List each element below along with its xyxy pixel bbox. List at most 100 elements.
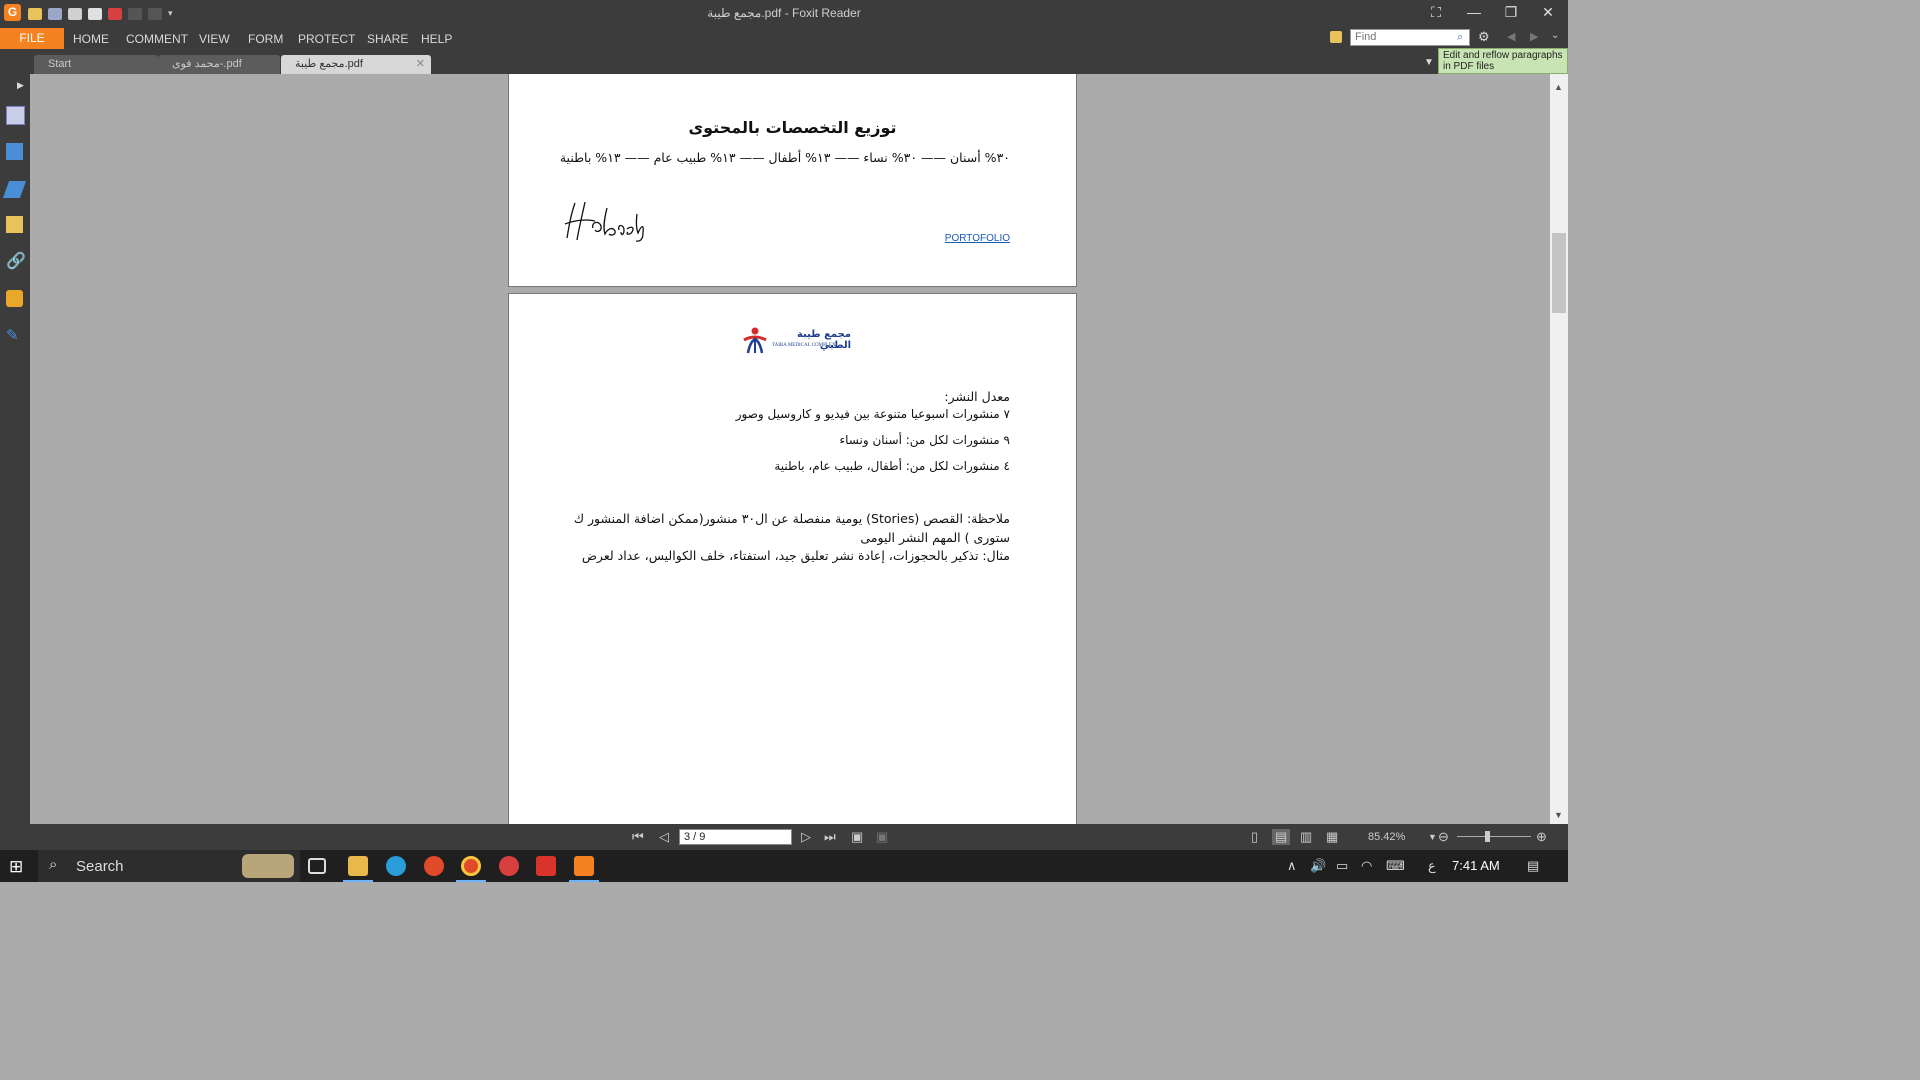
security-lock-icon[interactable] bbox=[6, 290, 23, 307]
find-next-icon[interactable]: ▶ bbox=[1530, 30, 1538, 43]
ribbon-expand-icon[interactable]: ⌄ bbox=[1551, 30, 1559, 41]
tab-document-1[interactable]: محمد فوى-.pdf bbox=[158, 55, 280, 74]
navigation-panel: ▶ 🔗 ✎ bbox=[0, 74, 30, 824]
menu-share[interactable]: SHARE bbox=[367, 32, 408, 46]
single-page-icon[interactable]: ▯ bbox=[1251, 829, 1258, 845]
publishing-rate-label: معدل النشر: bbox=[944, 389, 1010, 404]
file-explorer-indicator bbox=[343, 880, 373, 882]
logo-english-text: TAIBA MEDICAL COMPLEX bbox=[772, 343, 836, 348]
input-language-indicator[interactable]: ع bbox=[1428, 858, 1436, 874]
continuous-facing-icon[interactable]: ▦ bbox=[1326, 829, 1338, 845]
menu-view[interactable]: VIEW bbox=[199, 32, 230, 46]
previous-view-icon[interactable]: ▣ bbox=[851, 829, 863, 845]
title-bar: G ▾ مجمع طيبة.pdf - Foxit Reader ⛶ — ❐ ✕ bbox=[0, 0, 1568, 27]
portfolio-link[interactable]: PORTOFOLIO bbox=[945, 233, 1010, 244]
battery-icon[interactable]: ▭ bbox=[1336, 858, 1348, 874]
wifi-icon[interactable]: ◠ bbox=[1361, 858, 1372, 874]
windows-taskbar: ⊞ ⌕ Search ∧ 🔊 ▭ ◠ ⌨ ع 7:41 AM ▤ bbox=[0, 850, 1568, 882]
next-page-icon[interactable]: ▷ bbox=[801, 829, 811, 845]
chrome-icon[interactable] bbox=[424, 856, 444, 876]
layers-icon[interactable] bbox=[2, 181, 27, 198]
scroll-down-icon[interactable]: ▼ bbox=[1554, 810, 1563, 820]
menu-help[interactable]: HELP bbox=[421, 32, 452, 46]
minimize-button[interactable]: — bbox=[1456, 0, 1492, 24]
taskbar-clock[interactable]: 7:41 AM bbox=[1452, 858, 1500, 873]
pdf-page-2: توزيع التخصصات بالمحتوى ٣٠% أسنان —— ٣٠%… bbox=[508, 74, 1077, 287]
zoom-dropdown-icon[interactable]: ▼ bbox=[1428, 829, 1437, 845]
file-search-icon[interactable] bbox=[1330, 31, 1342, 43]
previous-page-icon[interactable]: ◁ bbox=[659, 829, 669, 845]
tab-document-active-label: مجمع طيبة.pdf bbox=[295, 58, 363, 70]
search-magnifier-icon: ⌕ bbox=[49, 856, 58, 873]
window-title: مجمع طيبة.pdf - Foxit Reader bbox=[707, 6, 861, 20]
close-button[interactable]: ✕ bbox=[1530, 0, 1566, 24]
search-icon[interactable]: ⌕ bbox=[1457, 31, 1463, 44]
app-icon[interactable] bbox=[499, 856, 519, 876]
page-heading: توزيع التخصصات بالمحتوى bbox=[688, 118, 897, 137]
find-input[interactable] bbox=[1355, 31, 1451, 43]
attachment-icon[interactable]: 🔗 bbox=[6, 253, 26, 270]
comments-icon[interactable] bbox=[6, 216, 23, 233]
page-navigation-bar: ⏮ ◁ 3 / 9 ▷ ⏭ ▣ ▣ ▯ ▤ ▥ ▦ 85.42% ▼ ⊖ ⊕ bbox=[0, 824, 1568, 850]
taskbar-search[interactable]: ⌕ Search bbox=[38, 850, 300, 882]
reflow-tooltip: Edit and reflow paragraphs in PDF files bbox=[1438, 48, 1568, 74]
dental-women-line: ٩ منشورات لكل من: أسنان ونساء bbox=[839, 433, 1011, 447]
document-tabs: Start محمد فوى-.pdf مجمع طيبة.pdf ✕ ▼ bbox=[0, 51, 1568, 74]
anydesk-icon[interactable] bbox=[536, 856, 556, 876]
foxit-indicator bbox=[569, 880, 599, 882]
volume-icon[interactable]: 🔊 bbox=[1310, 858, 1326, 874]
signature-image bbox=[564, 201, 644, 242]
tab-list-dropdown-icon[interactable]: ▼ bbox=[1424, 57, 1434, 68]
chrome-profile-icon[interactable] bbox=[461, 856, 481, 876]
foxit-taskbar-icon[interactable] bbox=[574, 856, 594, 876]
first-page-icon[interactable]: ⏮ bbox=[632, 829, 644, 845]
task-view-icon[interactable] bbox=[308, 858, 326, 874]
zoom-in-icon[interactable]: ⊕ bbox=[1536, 829, 1547, 845]
zoom-out-icon[interactable]: ⊖ bbox=[1438, 829, 1449, 845]
keyboard-icon[interactable]: ⌨ bbox=[1386, 858, 1405, 874]
menu-home[interactable]: HOME bbox=[73, 32, 109, 46]
notification-center-icon[interactable]: ▤ bbox=[1527, 858, 1539, 874]
zoom-slider[interactable] bbox=[1457, 836, 1531, 837]
weekly-posts-line: ٧ منشورات اسبوعيا متنوعة بين فيديو و كار… bbox=[735, 407, 1010, 421]
menu-protect[interactable]: PROTECT bbox=[298, 32, 355, 46]
menu-form[interactable]: FORM bbox=[248, 32, 283, 46]
zoom-slider-handle[interactable] bbox=[1485, 831, 1490, 842]
scrollbar-thumb[interactable] bbox=[1552, 233, 1566, 313]
expand-panel-icon[interactable]: ▶ bbox=[17, 80, 24, 91]
scroll-up-icon[interactable]: ▲ bbox=[1554, 82, 1563, 92]
continuous-page-icon[interactable]: ▤ bbox=[1272, 829, 1291, 845]
signature-tool-icon[interactable]: ✎ bbox=[6, 327, 23, 344]
windows-start-icon[interactable]: ⊞ bbox=[9, 857, 23, 877]
search-label: Search bbox=[76, 858, 124, 875]
last-page-icon[interactable]: ⏭ bbox=[824, 829, 836, 845]
bookmark-icon[interactable] bbox=[6, 106, 25, 125]
search-highlight-icon bbox=[242, 854, 294, 878]
close-tab-icon[interactable]: ✕ bbox=[416, 55, 425, 74]
document-view[interactable]: توزيع التخصصات بالمحتوى ٣٠% أسنان —— ٣٠%… bbox=[30, 74, 1550, 824]
restore-button[interactable]: ❐ bbox=[1493, 0, 1529, 24]
show-hidden-icons-icon[interactable]: ∧ bbox=[1287, 858, 1297, 874]
next-view-icon[interactable]: ▣ bbox=[876, 829, 888, 845]
facing-pages-icon[interactable]: ▥ bbox=[1300, 829, 1312, 845]
find-field[interactable] bbox=[1350, 29, 1470, 46]
stories-note-line-1: ملاحظة: القصص (Stories) يومية منفصلة عن … bbox=[573, 511, 1010, 526]
stories-note-line-2: ستورى ) المهم النشر اليومى bbox=[860, 530, 1010, 545]
fullscreen-icon[interactable]: ⛶ bbox=[1418, 0, 1454, 24]
menu-comment[interactable]: COMMENT bbox=[126, 32, 188, 46]
file-tab[interactable]: FILE bbox=[0, 28, 64, 49]
zoom-level[interactable]: 85.42% bbox=[1368, 831, 1405, 843]
taiba-logo-icon bbox=[743, 327, 767, 354]
find-previous-icon[interactable]: ◀ bbox=[1507, 30, 1515, 43]
settings-gear-icon[interactable]: ⚙ bbox=[1478, 29, 1490, 45]
chrome-indicator bbox=[456, 880, 486, 882]
vertical-scrollbar[interactable]: ▲ ▼ bbox=[1550, 74, 1568, 824]
tab-start[interactable]: Start bbox=[34, 55, 158, 74]
file-explorer-icon[interactable] bbox=[348, 856, 368, 876]
ribbon-menu-bar: FILE HOME COMMENT VIEW FORM PROTECT SHAR… bbox=[0, 27, 1568, 51]
tab-document-active[interactable]: مجمع طيبة.pdf ✕ bbox=[281, 55, 431, 74]
edge-icon[interactable] bbox=[386, 856, 406, 876]
pages-icon[interactable] bbox=[6, 143, 23, 160]
page-number-field[interactable]: 3 / 9 bbox=[679, 829, 792, 845]
children-general-internal-line: ٤ منشورات لكل من: أطفال، طبيب عام، باطني… bbox=[774, 459, 1010, 473]
